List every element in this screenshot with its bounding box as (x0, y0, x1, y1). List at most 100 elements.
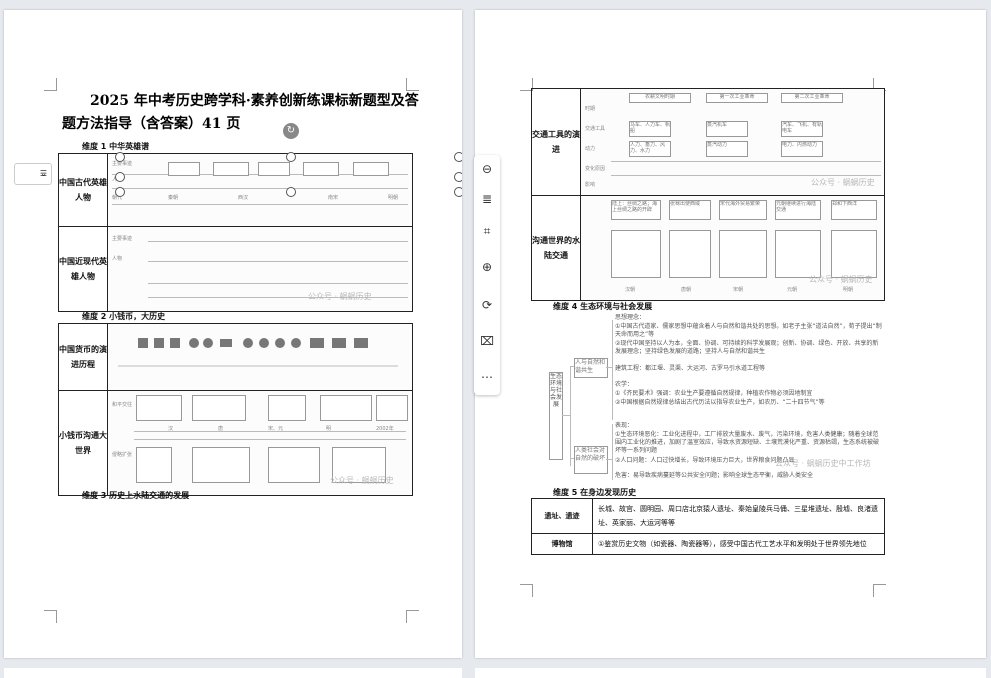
page-corner-mark (406, 610, 419, 623)
image-toolbar: ⊖ ≣ ⌗ ⊕ ⟳ ⌧ ⋯ (474, 155, 500, 395)
resize-handle[interactable] (115, 172, 125, 182)
label-peaceful-exchange: 和平交往 (112, 402, 133, 408)
box-route-2: 张骞出使西域 (669, 200, 711, 220)
document-page-1: 2025 年中考历史跨学科·素养创新练课标新题型及答 题方法指导（含答案）41 … (4, 10, 462, 658)
box-route-1: 陆上：丝绸之路；海上丝绸之路的开辟 (611, 200, 661, 220)
hero-table: 中国古代英雄人物 主要事迹 人物 朝代 秦朝 西汉 南宋 明朝 (58, 153, 413, 312)
label-han: 汉朝 (625, 287, 636, 293)
mindmap-item: ①中国古代道家、儒家思想中蕴含着人与自然和谐共处的思想。如老子主张“道法自然”，… (615, 323, 882, 338)
layout-options-button[interactable]: ☰ ⌄ (14, 163, 52, 185)
mindmap-item: 危害：易导致疾病蔓延等公共安全问题；影响全球生态平衡，威胁人类安全 (615, 472, 814, 479)
label-song-yuan: 宋、元 (268, 426, 284, 432)
mindmap-item: ②中国根据自然规律总结出古代历法以指导农业生产，如农历、“二十四节气”等 (615, 399, 825, 406)
mindmap-item: ①生态环境恶化：工业化进程中，工厂排放大量废水、废气，污染环境，危害人类健康；随… (615, 431, 880, 454)
watermark: 公众号 · 蜗蜗历史 (330, 476, 394, 485)
chevron-down-icon: ⌄ (40, 169, 47, 178)
label-reason: 变化原因 (585, 166, 606, 172)
label-western-han: 西汉 (238, 195, 249, 201)
row-museum-text: ①鉴赏历史文物（如瓷器、陶瓷器等），感受中国古代工艺水平和发明处于世界领先地位 (592, 533, 885, 555)
box-vehicle-2: 蒸汽机车 (706, 121, 748, 137)
section-heading-1: 维度 1 中华英雄谱 (82, 142, 150, 151)
watermark: 公众号 · 蜗蜗历史 (811, 178, 875, 187)
mindmap-item: 思想理念： (615, 314, 646, 321)
label-ming: 明朝 (843, 287, 854, 293)
label-first-ir: 第一次工业革命 (706, 93, 768, 103)
label-qin: 秦朝 (168, 195, 179, 201)
box-vehicle-1: 马车、人力车、帆船 (629, 121, 671, 137)
local-history-table: 遗址、遗迹 长城、故宫、圆明园、周口店北京猿人遗址、秦始皇陵兵马俑、三星堆遗址、… (531, 498, 885, 555)
page-corner-mark (520, 584, 533, 597)
document-page-4-top (475, 668, 986, 678)
table-head-ancient-heroes: 中国古代英雄人物 (58, 153, 108, 227)
label-ming: 明 (326, 426, 332, 432)
mindmap-root: 生态环境与社会发展 (549, 372, 563, 460)
mindmap-branch-harmony: 人与自然和谐共生 (574, 358, 608, 378)
crop-icon[interactable]: ⌗ (477, 221, 497, 241)
section-heading-3: 维度 3 历史上水陆交通的发展 (82, 491, 190, 500)
box-vehicle-3: 汽车、飞机、有轨电车 (781, 121, 823, 137)
coin-sequence-graphic (118, 338, 398, 367)
label-power: 动力 (585, 146, 596, 152)
section-heading-4: 维度 4 生态环境与社会发展 (553, 302, 653, 311)
minus-circle-icon[interactable]: ⊖ (477, 159, 497, 179)
resize-handle[interactable] (454, 152, 462, 162)
label-tang: 唐 (218, 426, 224, 432)
label-vehicle: 交通工具 (585, 126, 606, 132)
page-corner-mark (44, 78, 57, 91)
zoom-in-icon[interactable]: ⊕ (477, 257, 497, 277)
section-heading-5: 维度 5 在身边发现历史 (553, 488, 637, 497)
box-power-3: 电力、内燃动力 (781, 141, 823, 157)
resize-handle[interactable] (286, 152, 296, 162)
text-wrap-icon[interactable]: ≣ (477, 189, 497, 209)
table-head-transport-evolution: 交通工具的演进 (531, 88, 581, 196)
page-corner-mark (873, 584, 886, 597)
fit-frame-icon[interactable]: ⌧ (477, 331, 497, 351)
box-power-2: 蒸汽动力 (706, 141, 748, 157)
label-han: 汉 (168, 426, 174, 432)
box-route-4: 元朝继续进行海陆交通 (775, 200, 821, 220)
watermark: 公众号 · 蜗蜗历史 (308, 292, 372, 301)
mindmap-item: ①《齐民要术》强调：农业生产要遵循自然规律，种植农作物必须因地制宜 (615, 390, 813, 397)
table-head-coins-world: 小钱币沟通大世界 (58, 390, 108, 496)
resize-handle[interactable] (454, 172, 462, 182)
resize-handle[interactable] (115, 152, 125, 162)
box-power-1: 人力、畜力、风力、水力 (629, 141, 671, 157)
ancient-heroes-timeline-image: 主要事迹 人物 朝代 秦朝 西汉 南宋 明朝 (107, 153, 413, 227)
label-period: 时期 (585, 106, 596, 112)
sea-land-routes-image: 陆上：丝绸之路；海上丝绸之路的开辟 张骞出使西域 宋代海外贸易繁荣 元朝继续进行… (580, 195, 885, 301)
table-head-sea-land-routes: 沟通世界的水陆交通 (531, 195, 581, 301)
resize-handle[interactable] (454, 187, 462, 197)
resize-handle[interactable] (286, 187, 296, 197)
label-2002: 2002年 (376, 426, 394, 432)
mindmap-item: ②现代中国坚持以人为本，全面、协调、可持续的科学发展观；创新、协调、绿色、开放、… (615, 340, 879, 355)
mindmap-item: 建筑工程：都江堰、灵渠、大运河、古罗马引水道工程等 (615, 365, 766, 372)
watermark: 公众号 · 蜗蜗历史中工作坊 (775, 459, 871, 468)
ecology-mindmap: 生态环境与社会发展 人与自然和谐共生 人类社会对自然的破坏 思想理念： ①中国古… (549, 312, 889, 482)
coins-world-image: 和平交往 侵略扩张 汉 唐 宋、元 明 2002年 公众号 · 蜗蜗历史 (107, 390, 413, 496)
document-page-2: 交通工具的演进 农耕文明时期 第一次工业革命 第二次工业革命 时期 交通工具 动… (475, 10, 986, 658)
label-aggression: 侵略扩张 (112, 452, 133, 458)
table-head-currency-evolution: 中国货币的演进历程 (58, 323, 108, 391)
mindmap-item: 农学： (615, 381, 634, 388)
box-route-3: 宋代海外贸易繁荣 (719, 200, 767, 220)
document-page-3-top (4, 668, 462, 678)
document-title-line2: 题方法指导（含答案）41 页 (62, 116, 241, 132)
table-head-modern-heroes: 中国近现代英雄人物 (58, 226, 108, 312)
resize-handle[interactable] (115, 187, 125, 197)
label-people: 人物 (112, 256, 123, 262)
label-yuan: 元朝 (787, 287, 798, 293)
section-heading-2: 维度 2 小钱币，大历史 (82, 312, 166, 321)
more-options-icon[interactable]: ⋯ (477, 367, 497, 387)
label-agri-era: 农耕文明时期 (629, 93, 691, 103)
row-head-museum: 博物馆 (531, 533, 593, 555)
rotate-handle-icon[interactable]: ↻ (283, 123, 299, 139)
label-ming: 明朝 (388, 195, 399, 201)
mindmap-item: 表现： (615, 422, 634, 429)
label-impact: 影响 (585, 182, 596, 188)
modern-heroes-timeline-image: 主要事迹 人物 公众号 · 蜗蜗历史 (107, 226, 413, 312)
rotate-icon[interactable]: ⟳ (477, 295, 497, 315)
page-corner-mark (44, 610, 57, 623)
label-second-ir: 第二次工业革命 (781, 93, 843, 103)
mindmap-branch-damage: 人类社会对自然的破坏 (574, 446, 608, 474)
label-southern-song: 南宋 (328, 195, 339, 201)
